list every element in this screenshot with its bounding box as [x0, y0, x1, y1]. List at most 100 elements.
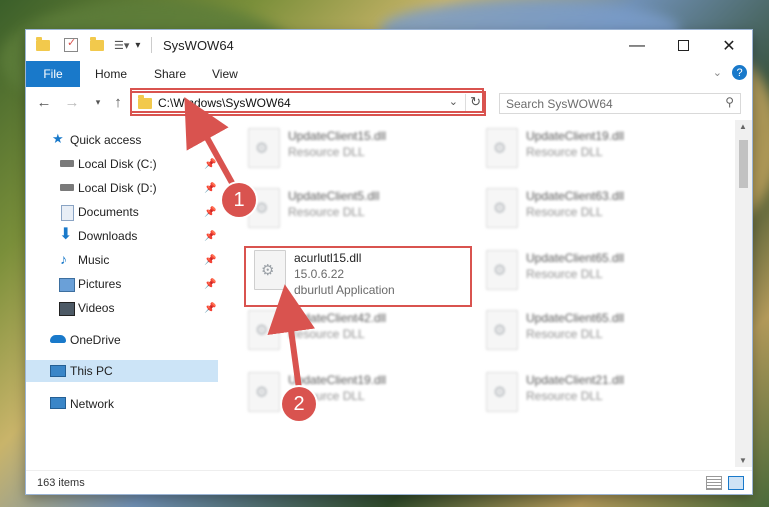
file-name: UpdateClient65.dll: [526, 251, 625, 265]
file-name: UpdateClient5.dll: [288, 189, 380, 203]
up-button[interactable]: ↑: [108, 91, 128, 113]
sidebar-item-onedrive[interactable]: OneDrive: [26, 329, 218, 351]
tab-home[interactable]: Home: [95, 61, 127, 87]
computer-icon: [50, 365, 66, 377]
tab-view[interactable]: View: [212, 61, 238, 87]
minimize-button[interactable]: —: [614, 30, 660, 61]
pin-icon[interactable]: 📌: [204, 159, 216, 170]
sidebar-item-documents[interactable]: Documents 📌: [26, 201, 218, 223]
drive-icon: [60, 184, 74, 191]
scroll-up-icon[interactable]: ▲: [739, 122, 747, 131]
scrollbar-thumb[interactable]: [739, 140, 748, 188]
search-icon[interactable]: ⚲: [725, 95, 734, 109]
sidebar-item-label: This PC: [70, 364, 113, 378]
sidebar-item-videos[interactable]: Videos 📌: [26, 297, 218, 319]
drive-icon: [60, 160, 74, 167]
expand-ribbon-icon[interactable]: ⌄: [713, 66, 722, 79]
file-name: UpdateClient21.dll: [526, 373, 625, 387]
file-tile[interactable]: UpdateClient19.dll Resource DLL: [480, 124, 680, 172]
quick-access-toolbar: ✓ ☰▾ ▾: [36, 36, 140, 54]
cloud-icon: [50, 335, 66, 343]
documents-icon: [61, 205, 74, 221]
file-tile[interactable]: UpdateClient21.dll Resource DLL: [480, 368, 680, 416]
sidebar-item-label: Quick access: [70, 133, 142, 147]
navigation-pane: ★ Quick access Local Disk (C:) 📌 Local D…: [26, 127, 218, 467]
file-name: UpdateClient15.dll: [288, 129, 387, 143]
pin-icon[interactable]: 📌: [204, 231, 216, 242]
customize-icon[interactable]: ☰▾: [114, 39, 129, 52]
close-button[interactable]: ✕: [706, 30, 752, 61]
sidebar-item-downloads[interactable]: ⬇ Downloads 📌: [26, 225, 218, 247]
file-tile[interactable]: UpdateClient42.dll Resource DLL: [242, 306, 442, 354]
search-placeholder: Search SysWOW64: [506, 97, 613, 111]
sidebar-item-pictures[interactable]: Pictures 📌: [26, 273, 218, 295]
sidebar-item-music[interactable]: ♪ Music 📌: [26, 249, 218, 271]
download-icon: ⬇: [59, 226, 73, 243]
network-icon: [50, 397, 66, 409]
tab-file[interactable]: File: [26, 61, 80, 87]
pictures-icon: [59, 278, 75, 292]
tiles-view-icon[interactable]: [728, 476, 744, 490]
sidebar-item-this-pc[interactable]: This PC: [26, 360, 218, 382]
music-icon: ♪: [60, 251, 67, 267]
sidebar-item-label: Videos: [78, 301, 115, 315]
file-description: Resource DLL: [526, 327, 603, 341]
folder-icon[interactable]: [36, 36, 50, 51]
scroll-down-icon[interactable]: ▼: [739, 456, 747, 465]
window-title: SysWOW64: [163, 38, 234, 53]
sidebar-item-label: Downloads: [78, 229, 138, 243]
help-icon[interactable]: ?: [732, 65, 747, 80]
sidebar-item-local-disk-d[interactable]: Local Disk (D:) 📌: [26, 177, 218, 199]
sidebar-item-label: Local Disk (D:): [78, 181, 157, 195]
chevron-down-icon[interactable]: ▾: [135, 40, 140, 51]
dll-file-icon: [248, 310, 280, 350]
file-description: Resource DLL: [288, 327, 365, 341]
file-tile[interactable]: UpdateClient19.dll Resource DLL: [242, 368, 442, 416]
new-folder-icon[interactable]: [90, 36, 104, 51]
pin-icon[interactable]: 📌: [204, 255, 216, 266]
dll-file-icon: [248, 128, 280, 168]
file-description: Resource DLL: [288, 145, 365, 159]
forward-button[interactable]: →: [62, 91, 82, 113]
pin-icon[interactable]: 📌: [204, 183, 216, 194]
dll-file-icon: [486, 188, 518, 228]
star-icon: ★: [52, 131, 64, 146]
recent-locations-icon[interactable]: ▾: [88, 91, 108, 113]
address-highlight: [130, 88, 484, 113]
divider: [151, 37, 152, 53]
file-tile[interactable]: UpdateClient65.dll Resource DLL: [480, 306, 680, 354]
maximize-button[interactable]: [660, 30, 706, 61]
dll-file-icon: [486, 128, 518, 168]
sidebar-item-quick-access[interactable]: ★ Quick access: [26, 129, 218, 151]
tab-share[interactable]: Share: [154, 61, 186, 87]
file-description: Resource DLL: [526, 145, 603, 159]
sidebar-item-network[interactable]: Network: [26, 393, 218, 415]
pin-icon[interactable]: 📌: [204, 303, 216, 314]
file-tile[interactable]: UpdateClient65.dll Resource DLL: [480, 246, 680, 294]
sidebar-item-label: Pictures: [78, 277, 122, 291]
file-description: Resource DLL: [526, 267, 603, 281]
step-badge-1: 1: [222, 183, 256, 217]
file-name: UpdateClient65.dll: [526, 311, 625, 325]
vertical-scrollbar[interactable]: ▲ ▼: [735, 120, 752, 467]
dll-file-icon: [248, 372, 280, 412]
file-name: UpdateClient19.dll: [288, 373, 387, 387]
file-description: Resource DLL: [526, 205, 603, 219]
properties-icon[interactable]: ✓: [64, 37, 78, 52]
details-view-icon[interactable]: [706, 476, 722, 490]
sidebar-item-label: OneDrive: [70, 333, 121, 347]
search-input[interactable]: Search SysWOW64 ⚲: [499, 93, 741, 114]
file-tile[interactable]: UpdateClient5.dll Resource DLL: [242, 184, 442, 232]
file-tile[interactable]: UpdateClient63.dll Resource DLL: [480, 184, 680, 232]
dll-file-icon: [486, 372, 518, 412]
sidebar-item-local-disk-c[interactable]: Local Disk (C:) 📌: [26, 153, 218, 175]
sidebar-item-label: Local Disk (C:): [78, 157, 157, 171]
file-tile[interactable]: UpdateClient15.dll Resource DLL: [242, 124, 442, 172]
dll-file-icon: [486, 250, 518, 290]
file-highlight: [244, 246, 472, 307]
pin-icon[interactable]: 📌: [204, 279, 216, 290]
pin-icon[interactable]: 📌: [204, 207, 216, 218]
back-button[interactable]: ←: [34, 91, 54, 113]
file-description: Resource DLL: [526, 389, 603, 403]
dll-file-icon: [486, 310, 518, 350]
